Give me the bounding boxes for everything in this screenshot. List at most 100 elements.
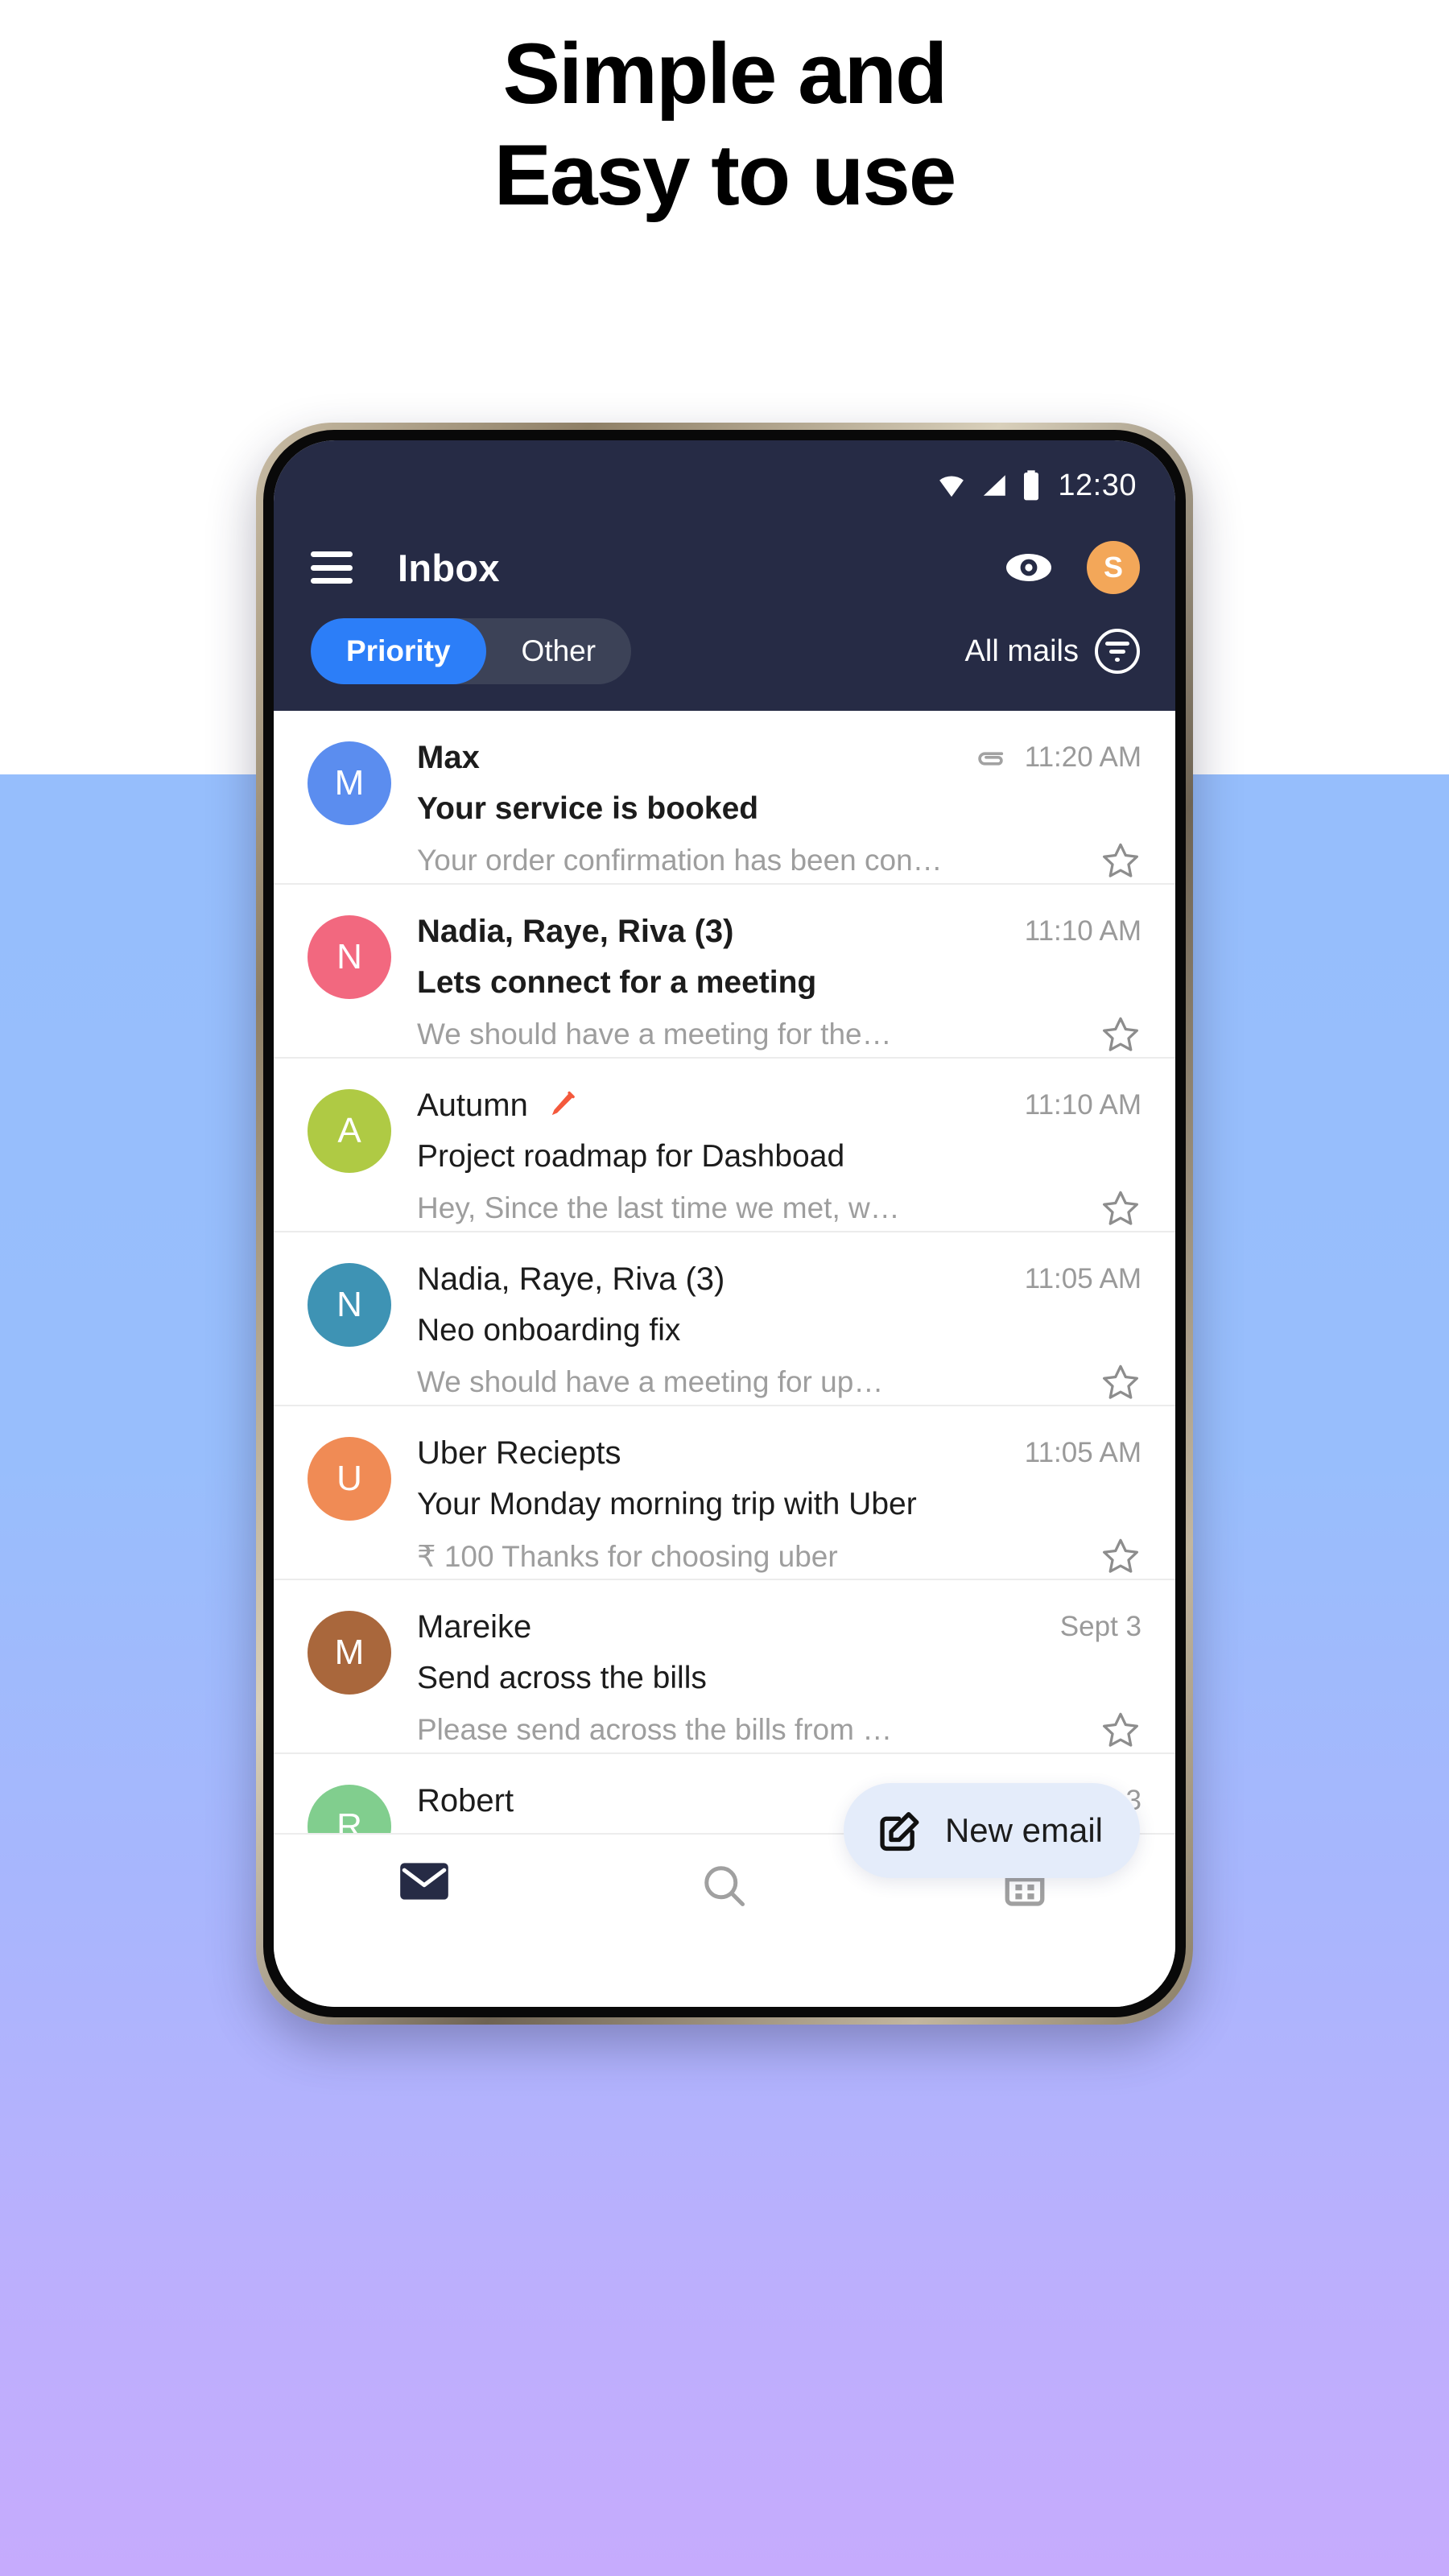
avatar[interactable]: U (308, 1437, 391, 1521)
mail-time: 11:20 AM (1024, 741, 1141, 773)
compose-icon (877, 1808, 923, 1853)
avatar-initial: M (334, 1633, 365, 1672)
mail-icon (399, 1862, 449, 1901)
priority-other-toggle[interactable]: Priority Other (311, 618, 632, 684)
cellular-signal-icon (979, 472, 1011, 499)
filter-icon[interactable] (1095, 629, 1140, 674)
phone-bezel: 12:30 Inbox S Priority Other All mails M… (263, 430, 1186, 2017)
mail-preview: Your order confirmation has been con… (417, 844, 943, 877)
avatar-initial: U (336, 1459, 362, 1498)
phone-mockup: 12:30 Inbox S Priority Other All mails M… (256, 423, 1193, 2025)
mail-preview-row: ₹ 100 Thanks for choosing uber (417, 1535, 1141, 1577)
mail-preview: We should have a meeting for the… (417, 1018, 892, 1051)
mail-preview: We should have a meeting for up… (417, 1365, 884, 1398)
mail-row[interactable]: M Mareike Sept 3 Send across the bills Pleas… (274, 1580, 1175, 1754)
mail-sender: Mareike (417, 1608, 532, 1645)
star-icon[interactable] (1100, 1361, 1141, 1403)
app-header-row: Inbox S (274, 522, 1175, 613)
nav-item-mail[interactable] (274, 1862, 574, 1901)
avatar[interactable]: M (308, 741, 391, 825)
mail-time: 11:10 AM (1024, 1089, 1141, 1121)
mail-sender: Nadia, Raye, Riva (3) (417, 913, 734, 949)
status-bar-time: 12:30 (1058, 468, 1137, 502)
app-header: 12:30 Inbox S Priority Other All mails (274, 440, 1175, 711)
mail-body: Autumn 11:10 AM Project roadmap for Dashbo… (417, 1083, 1141, 1229)
mail-preview-row: We should have a meeting for up… (417, 1361, 1141, 1403)
mail-subject: Project roadmap for Dashboad (417, 1139, 845, 1174)
battery-icon (1021, 469, 1042, 502)
mail-subject: Send across the bills (417, 1661, 707, 1695)
star-icon[interactable] (1100, 840, 1141, 881)
mail-row[interactable]: N Nadia, Raye, Riva (3) 11:05 AM Neo onboar… (274, 1232, 1175, 1406)
mail-meta-row: Uber Reciepts 11:05 AM (417, 1430, 1141, 1476)
avatar[interactable]: N (308, 1263, 391, 1347)
avatar[interactable]: A (308, 1089, 391, 1173)
avatar-initial: M (334, 763, 365, 803)
mail-subject: Your Monday morning trip with Uber (417, 1487, 917, 1521)
mail-meta-row: Nadia, Raye, Riva (3) 11:10 AM (417, 909, 1141, 954)
mail-time: Sept 3 (1059, 1611, 1141, 1642)
mail-sender: Uber Reciepts (417, 1435, 621, 1471)
search-icon (700, 1862, 749, 1910)
mail-preview: ₹ 100 Thanks for choosing uber (417, 1539, 838, 1573)
mail-meta-row: Mareike Sept 3 (417, 1604, 1141, 1649)
star-icon[interactable] (1100, 1709, 1141, 1751)
inbox-title: Inbox (398, 546, 500, 589)
avatar[interactable]: R (308, 1785, 391, 1833)
mail-list[interactable]: M Max 11:20 AM Your service is booked Your o… (274, 711, 1175, 1833)
status-bar: 12:30 (274, 440, 1175, 522)
mail-row[interactable]: U Uber Reciepts 11:05 AM Your Monday mornin… (274, 1406, 1175, 1580)
mail-preview-row: Please send across the bills from … (417, 1709, 1141, 1751)
mail-row[interactable]: A Autumn 11:10 AM Project roadmap for Dashb… (274, 1059, 1175, 1232)
eye-icon[interactable] (1005, 543, 1053, 592)
avatar-initial: N (336, 937, 362, 976)
mail-meta-row: Max 11:20 AM (417, 735, 1141, 780)
mail-preview-row: We should have a meeting for the… (417, 1013, 1141, 1055)
filter-row: Priority Other All mails (274, 613, 1175, 690)
draft-pencil-icon (544, 1088, 578, 1122)
avatar-initial: S (1103, 551, 1123, 584)
mail-subject: Neo onboarding fix (417, 1313, 681, 1348)
new-email-label: New email (944, 1811, 1103, 1849)
mail-time: 11:05 AM (1024, 1437, 1141, 1468)
mail-time: 11:10 AM (1024, 915, 1141, 947)
new-email-button[interactable]: New email (843, 1783, 1140, 1878)
mail-preview: Hey, Since the last time we met, w… (417, 1191, 900, 1224)
mail-body: Max 11:20 AM Your service is booked Your or… (417, 735, 1141, 881)
nav-item-search[interactable] (574, 1862, 874, 1910)
mail-body: Nadia, Raye, Riva (3) 11:05 AM Neo onboard… (417, 1257, 1141, 1403)
star-icon[interactable] (1100, 1013, 1141, 1055)
mail-sender: Robert (417, 1782, 514, 1818)
tab-other[interactable]: Other (486, 618, 632, 684)
wifi-icon (934, 472, 969, 499)
mail-subject: Lets connect for a meeting (417, 965, 817, 1000)
hamburger-menu-icon[interactable] (311, 551, 353, 584)
attachment-icon (970, 739, 1007, 776)
mail-sender: Autumn (417, 1087, 528, 1123)
phone-screen: 12:30 Inbox S Priority Other All mails M… (274, 440, 1175, 2007)
all-mails-label[interactable]: All mails (965, 634, 1079, 669)
avatar[interactable]: S (1087, 541, 1140, 594)
mail-row[interactable]: N Nadia, Raye, Riva (3) 11:10 AM Lets conne… (274, 885, 1175, 1059)
mail-body: Nadia, Raye, Riva (3) 11:10 AM Lets connec… (417, 909, 1141, 1055)
mail-sender: Max (417, 739, 480, 775)
headline-line-2: Easy to use (493, 126, 957, 224)
avatar[interactable]: M (308, 1611, 391, 1695)
avatar-initial: A (337, 1111, 361, 1150)
avatar-initial: N (336, 1285, 362, 1324)
page-title: Simple and Easy to use (0, 23, 1449, 226)
mail-sender: Nadia, Raye, Riva (3) (417, 1261, 725, 1297)
mail-row[interactable]: M Max 11:20 AM Your service is booked Your o… (274, 711, 1175, 885)
headline-line-1: Simple and (502, 25, 948, 122)
mail-meta-row: Nadia, Raye, Riva (3) 11:05 AM (417, 1257, 1141, 1302)
avatar[interactable]: N (308, 915, 391, 999)
mail-preview-row: Hey, Since the last time we met, w… (417, 1187, 1141, 1229)
star-icon[interactable] (1100, 1187, 1141, 1229)
tab-priority[interactable]: Priority (311, 618, 486, 684)
avatar-initial: R (336, 1806, 362, 1833)
mail-preview-row: Your order confirmation has been con… (417, 840, 1141, 881)
mail-meta-row: Autumn 11:10 AM (417, 1083, 1141, 1128)
mail-preview: Please send across the bills from … (417, 1713, 893, 1746)
mail-body: Mareike Sept 3 Send across the bills Please… (417, 1604, 1141, 1751)
star-icon[interactable] (1100, 1535, 1141, 1577)
